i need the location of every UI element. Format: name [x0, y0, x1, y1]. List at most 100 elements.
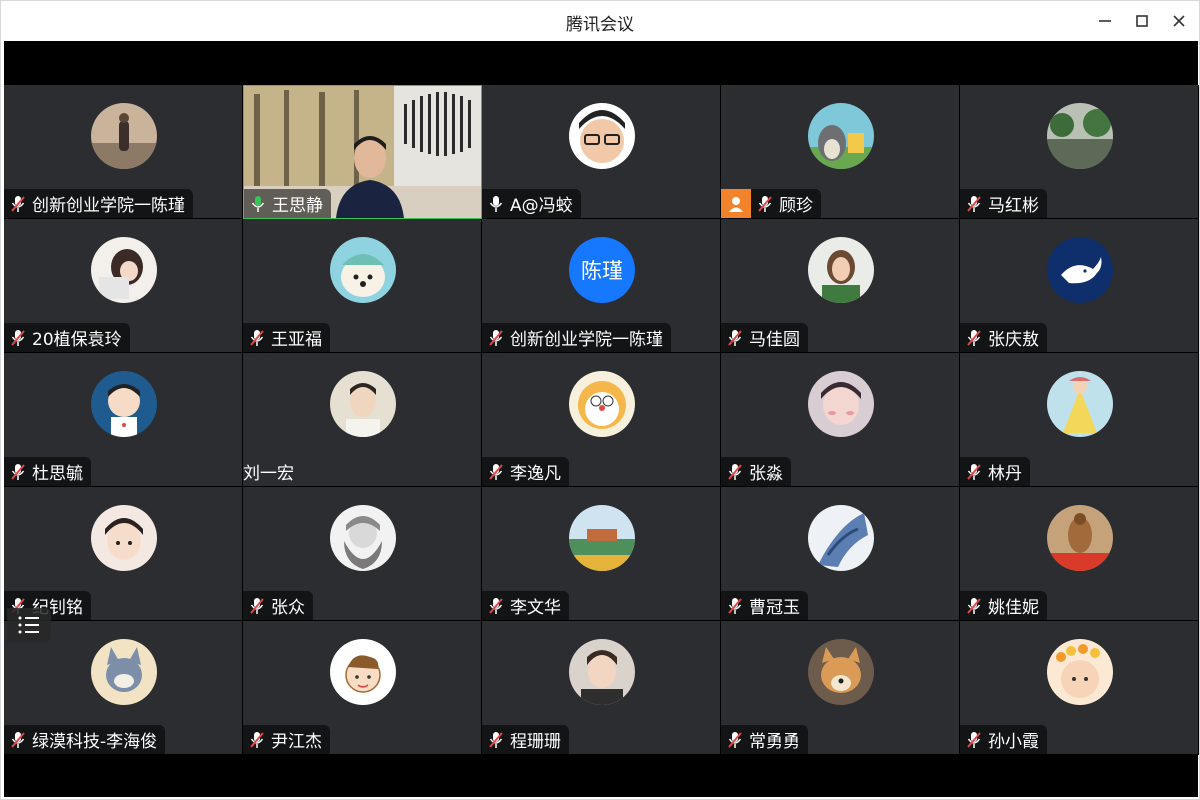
minimize-button[interactable]: [1089, 7, 1121, 35]
mic-status: [964, 595, 984, 617]
participant-tile[interactable]: 陈瑾 创新创业学院一陈瑾: [482, 219, 721, 353]
participant-name: 马红彬: [988, 196, 1039, 216]
avatar: [330, 371, 396, 437]
participant-name: 李文华: [510, 598, 561, 618]
mic-status: [964, 461, 984, 483]
mic-muted-icon: [967, 329, 981, 346]
participant-name: A@冯蛟: [510, 196, 573, 216]
mic-status: [247, 729, 267, 751]
mic-status: [486, 595, 506, 617]
participant-grid: 创新创业学院一陈瑾 王思静 A@冯蛟 顾珍 马红彬 20植保袁玲 王亚福 陈瑾 创新创业学院一陈…: [4, 85, 1199, 755]
participant-nameplate: 20植保袁玲: [4, 323, 130, 352]
participant-name: 姚佳妮: [988, 598, 1039, 618]
participant-name: 杜思毓: [32, 464, 83, 484]
participant-name: 绿漠科技-李海俊: [32, 732, 158, 752]
mic-muted-icon: [728, 463, 742, 480]
mic-status: [8, 461, 28, 483]
avatar: [569, 639, 635, 705]
maximize-button[interactable]: [1126, 7, 1158, 35]
avatar: [330, 505, 396, 571]
participant-name: 常勇勇: [749, 732, 800, 752]
participant-nameplate: 创新创业学院一陈瑾: [482, 323, 671, 352]
participant-tile[interactable]: 张淼: [721, 353, 960, 487]
participant-tile-video[interactable]: 王思静: [243, 85, 482, 219]
participant-nameplate: 曹冠玉: [721, 591, 808, 620]
avatar: [91, 639, 157, 705]
participant-name: 林丹: [988, 464, 1022, 484]
participant-name: 张淼: [749, 464, 783, 484]
participant-nameplate: 王亚福: [243, 323, 330, 352]
participant-list-button[interactable]: [7, 608, 51, 642]
avatar: [330, 639, 396, 705]
participant-nameplate: 尹江杰: [243, 725, 330, 754]
participant-tile[interactable]: 马佳圆: [721, 219, 960, 353]
avatar: [1047, 505, 1113, 571]
participant-tile[interactable]: 李文华: [482, 487, 721, 621]
close-icon: [1173, 15, 1185, 27]
participant-tile[interactable]: 姚佳妮: [960, 487, 1199, 621]
mic-status: [964, 729, 984, 751]
mic-muted-icon: [250, 597, 264, 614]
mic-muted-icon: [489, 731, 503, 748]
participant-nameplate: A@冯蛟: [482, 189, 581, 218]
avatar: [1047, 371, 1113, 437]
participant-name: 20植保袁玲: [32, 330, 122, 350]
participant-nameplate: 张庆敖: [960, 323, 1047, 352]
mic-status: [486, 193, 506, 215]
participant-nameplate: 常勇勇: [721, 725, 808, 754]
participant-nameplate: 王思静: [244, 189, 331, 218]
mic-status: [486, 461, 506, 483]
meeting-window: 腾讯会议 创新创业学院一陈瑾 王思静 A@冯蛟 顾珍 马红彬 20植保袁玲 王亚福 陈瑾 创新创…: [0, 0, 1200, 800]
participant-name: 顾珍: [779, 196, 813, 216]
participant-tile[interactable]: 张众: [243, 487, 482, 621]
participant-tile[interactable]: 20植保袁玲: [4, 219, 243, 353]
mic-status: [725, 461, 745, 483]
participant-tile[interactable]: 张庆敖: [960, 219, 1199, 353]
participant-name: 王亚福: [271, 330, 322, 350]
participant-tile[interactable]: 王亚福: [243, 219, 482, 353]
host-badge: [721, 189, 751, 218]
participant-tile[interactable]: 尹江杰: [243, 621, 482, 755]
participant-tile[interactable]: 刘一宏: [243, 353, 482, 487]
participant-tile[interactable]: 曹冠玉: [721, 487, 960, 621]
participant-tile[interactable]: 常勇勇: [721, 621, 960, 755]
avatar: [330, 237, 396, 303]
participant-nameplate: 姚佳妮: [960, 591, 1047, 620]
mic-status: [964, 193, 984, 215]
participant-tile[interactable]: 杜思毓: [4, 353, 243, 487]
participant-tile[interactable]: 马红彬: [960, 85, 1199, 219]
mic-muted-icon: [250, 329, 264, 346]
mic-muted-icon: [967, 731, 981, 748]
participant-name: 刘一宏: [243, 464, 294, 484]
participant-nameplate: 林丹: [960, 457, 1030, 486]
participant-nameplate: 张众: [243, 591, 313, 620]
participant-tile[interactable]: 林丹: [960, 353, 1199, 487]
mic-status: [755, 193, 775, 215]
mic-muted-icon: [11, 463, 25, 480]
participant-tile[interactable]: 顾珍: [721, 85, 960, 219]
window-title: 腾讯会议: [566, 15, 634, 35]
participant-name: 创新创业学院一陈瑾: [510, 330, 663, 350]
avatar: [91, 103, 157, 169]
participant-tile[interactable]: 创新创业学院一陈瑾: [4, 85, 243, 219]
mic-muted-icon: [728, 597, 742, 614]
mic-muted-icon: [967, 195, 981, 212]
participant-nameplate: 刘一宏: [243, 457, 302, 486]
participant-tile[interactable]: 孙小霞: [960, 621, 1199, 755]
mic-muted-icon: [11, 195, 25, 212]
mic-muted-icon: [758, 195, 772, 212]
mic-speaking-icon: [251, 195, 265, 212]
participant-nameplate: 孙小霞: [960, 725, 1047, 754]
participant-tile[interactable]: 李逸凡: [482, 353, 721, 487]
mic-status: [725, 595, 745, 617]
participant-nameplate: 程珊珊: [482, 725, 569, 754]
participant-tile[interactable]: 程珊珊: [482, 621, 721, 755]
maximize-icon: [1136, 15, 1148, 27]
mic-muted-icon: [967, 463, 981, 480]
participant-nameplate: 顾珍: [751, 189, 821, 218]
avatar: [808, 237, 874, 303]
close-button[interactable]: [1163, 7, 1195, 35]
participant-tile[interactable]: A@冯蛟: [482, 85, 721, 219]
participant-tile[interactable]: 纪钊铭: [4, 487, 243, 621]
mic-muted-icon: [489, 463, 503, 480]
